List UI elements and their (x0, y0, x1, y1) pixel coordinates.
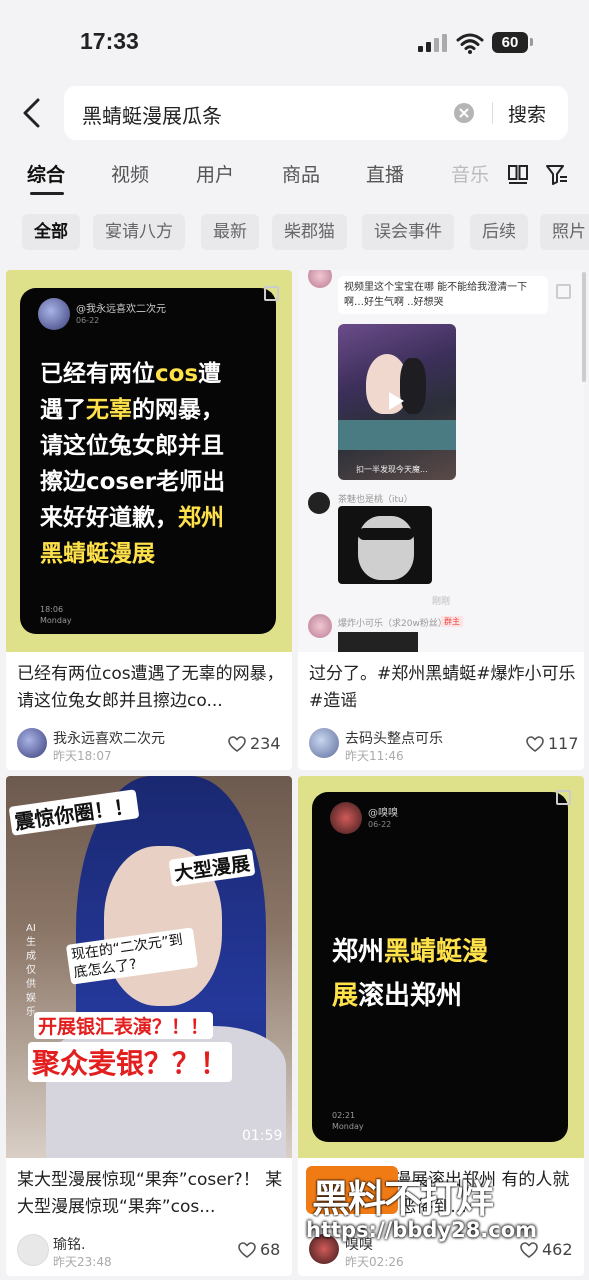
cellular-signal-icon (418, 34, 448, 52)
heart-icon[interactable] (228, 736, 246, 752)
avatar (330, 802, 362, 834)
status-time: 17:33 (80, 28, 139, 54)
like-count: 234 (250, 734, 281, 753)
cover-text: 郑州黑蜻蜓漫 展滚出郑州 (332, 937, 489, 1011)
meme-face (358, 516, 414, 580)
author-avatar[interactable] (309, 728, 339, 758)
post-time: 昨天18:07 (53, 749, 112, 763)
cover-text: 已经有两位cos遭 遇了无辜的网暴， 请这位兔女郎并且 擦边coser老师出 来… (40, 361, 226, 567)
author-avatar[interactable] (17, 1234, 49, 1266)
tab-live[interactable]: 直播 (366, 160, 404, 187)
author-name[interactable]: 我永远喜欢二次元 (53, 728, 165, 748)
heart-icon[interactable] (526, 736, 544, 752)
chip-misunderstanding[interactable]: 误会事件 (362, 214, 454, 250)
result-card[interactable]: 视频里这个宝宝在哪 能不能给我澄清一下啊…好生气啊 ..好想哭 扣一半发现今天魔… (298, 270, 584, 770)
sticker-red-2: 聚众麦银？？！ (28, 1042, 233, 1082)
filter-chips: 全部 宴请八方 最新 柴郡猫 误会事件 后续 照片 (0, 214, 589, 252)
cover-day: Monday (332, 1122, 364, 1131)
author-avatar[interactable] (17, 728, 47, 758)
table-area (338, 420, 456, 450)
post-time: 昨天02:26 (345, 1255, 404, 1269)
watermark-logo: 黑料不打烊 (306, 1166, 566, 1221)
meme-sunglasses (358, 528, 414, 540)
chat-avatar (308, 614, 332, 638)
result-card[interactable]: @我永远喜欢二次元 06-22 已经有两位cos遭 遇了无辜的网暴， 请这位兔女… (6, 270, 292, 770)
chat-time: 刚刚 (432, 597, 451, 607)
search-input[interactable]: 黑蜻蜓漫展瓜条 (82, 100, 222, 129)
cover-clock: 02:21 (332, 1111, 356, 1120)
tab-comprehensive[interactable]: 综合 (27, 160, 65, 187)
wifi-icon (456, 33, 484, 54)
chip-photos[interactable]: 照片 (540, 214, 589, 250)
multi-image-icon (264, 286, 279, 301)
category-tabs: 综合 视频 用户 商品 直播 音乐 (0, 158, 589, 195)
chat-avatar (308, 270, 332, 288)
cover-clock: 18:06 (40, 605, 64, 614)
tab-music[interactable]: 音乐 (451, 160, 489, 187)
like-count: 462 (542, 1240, 573, 1259)
search-bar[interactable]: 黑蜻蜓漫展瓜条 搜索 (64, 86, 568, 140)
multi-image-icon (556, 790, 571, 805)
post-time: 昨天23:48 (53, 1255, 112, 1269)
like-count: 68 (260, 1240, 281, 1259)
card-caption: 过分了。#郑州黑蜻蜓#爆炸小可乐 #造谣 (309, 664, 576, 711)
result-card[interactable]: 震惊你圈！！ 大型漫展 现在的“二次元”到底怎么了? 开展银汇表演？！！ 聚众麦… (6, 776, 292, 1276)
video-thumbnail[interactable]: 扣一半发现今天魔... (338, 324, 456, 480)
tab-products[interactable]: 商品 (282, 160, 320, 187)
cover-username: @嗅嗅 (368, 808, 398, 819)
chat-avatar (308, 492, 330, 514)
video-duration: 01:59 (242, 1128, 283, 1144)
post-time: 昨天11:46 (345, 749, 404, 763)
cover-day: Monday (40, 616, 72, 625)
card-caption: 某大型漫展惊现“果奔”coser?！ 某大型漫展惊现“果奔”cos... (17, 1170, 283, 1217)
heart-icon[interactable] (520, 1242, 538, 1258)
card-caption: 已经有两位cos遭遇了无辜的网暴，请这位兔女郎并且擦边co... (17, 664, 284, 711)
chip-follow-up[interactable]: 后续 (470, 214, 528, 250)
sticker-red-1: 开展银汇表演？！！ (34, 1012, 214, 1039)
play-icon (389, 392, 404, 410)
status-bar: 17:33 60 (0, 0, 589, 86)
like-count: 117 (548, 734, 579, 753)
video-cover[interactable]: 震惊你圈！！ 大型漫展 现在的“二次元”到底怎么了? 开展银汇表演？！！ 聚众麦… (6, 776, 292, 1158)
tab-video[interactable]: 视频 (111, 160, 149, 187)
search-divider (492, 102, 493, 124)
watermark-url: https://bbdy28.com (306, 1218, 538, 1242)
watermark-brand: 黑料不打烊 (312, 1177, 494, 1221)
card-cover: @嗅嗅 06-22 郑州黑蜻蜓漫 展滚出郑州 02:21 Monday (298, 776, 584, 1158)
chat-image (338, 632, 418, 652)
cover-date: 06-22 (76, 316, 100, 325)
video-caption: 扣一半发现今天魔... (356, 465, 428, 474)
active-tab-indicator (30, 192, 64, 195)
search-button[interactable]: 搜索 (508, 100, 546, 127)
heart-icon[interactable] (238, 1242, 256, 1258)
clear-icon[interactable] (454, 103, 474, 123)
cover-username: @我永远喜欢二次元 (76, 304, 166, 315)
multi-image-icon (556, 284, 571, 299)
card-cover: 视频里这个宝宝在哪 能不能给我澄清一下啊…好生气啊 ..好想哭 扣一半发现今天魔… (298, 270, 584, 652)
layout-toggle-icon[interactable] (507, 164, 529, 186)
chat-bubble: 视频里这个宝宝在哪 能不能给我澄清一下啊…好生气啊 ..好想哭 (338, 276, 548, 314)
group-owner-badge: 群主 (441, 616, 463, 627)
ai-generated-label: AI生成 仅供娱乐 (26, 923, 36, 1018)
back-arrow-icon[interactable] (18, 96, 48, 130)
scrollbar[interactable] (582, 272, 586, 382)
author-name[interactable]: 去码头整点可乐 (345, 728, 443, 748)
battery-icon: 60 (492, 32, 528, 53)
cover-screenshot: @我永远喜欢二次元 06-22 已经有两位cos遭 遇了无辜的网暴， 请这位兔女… (20, 288, 276, 634)
chip-feast[interactable]: 宴请八方 (93, 214, 185, 250)
chip-all[interactable]: 全部 (22, 214, 80, 250)
chip-cheshire-cat[interactable]: 柴郡猫 (272, 214, 347, 250)
tab-users[interactable]: 用户 (196, 160, 234, 187)
cover-date: 06-22 (368, 820, 392, 829)
meme-sticker (338, 506, 432, 584)
chat-sender: 爆炸小可乐（求20w粉丝） (338, 619, 447, 629)
filter-icon[interactable] (545, 163, 569, 187)
avatar (38, 298, 70, 330)
cover-screenshot: @嗅嗅 06-22 郑州黑蜻蜓漫 展滚出郑州 02:21 Monday (312, 792, 568, 1142)
card-cover: @我永远喜欢二次元 06-22 已经有两位cos遭 遇了无辜的网暴， 请这位兔女… (6, 270, 292, 652)
chat-sender: 茶魅也是桃（itu） (338, 495, 413, 505)
author-name[interactable]: 瑜铭. (53, 1234, 85, 1254)
chip-latest[interactable]: 最新 (201, 214, 259, 250)
battery-tip (530, 38, 533, 46)
